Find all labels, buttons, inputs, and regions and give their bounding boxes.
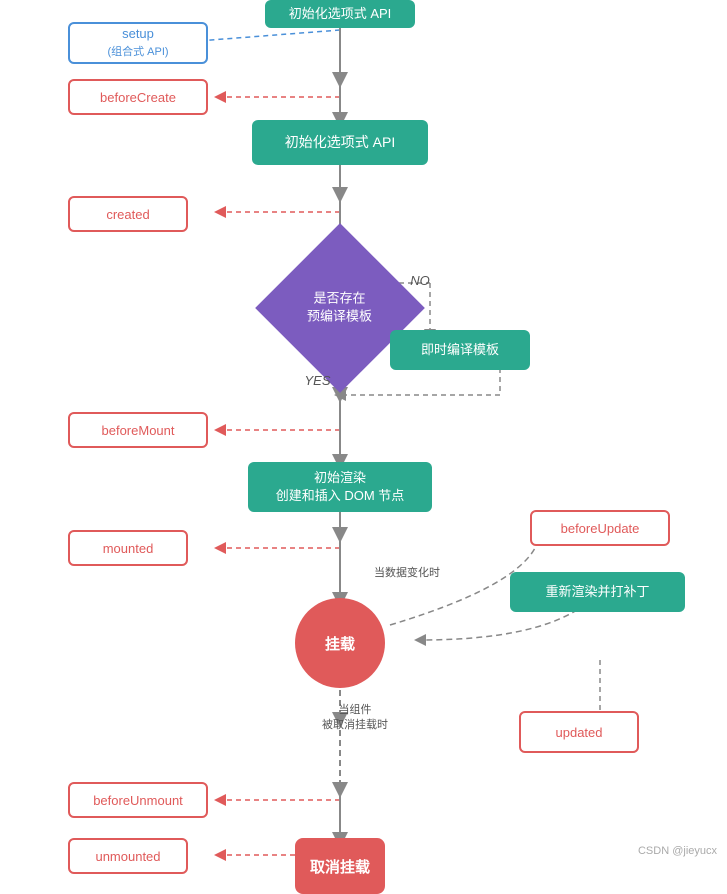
unmounted-box: unmounted [68,838,188,874]
compile-template-box: 即时编译模板 [390,330,530,370]
no-label: NO [400,270,440,290]
initial-render-box: 初始渲染创建和插入 DOM 节点 [248,462,432,512]
setup-box: setup(组合式 API) [68,22,208,64]
created-box: created [68,196,188,232]
updated-box: updated [519,711,639,753]
before-mount-box: beforeMount [68,412,208,448]
when-unmounted-label: 当组件被取消挂载时 [300,700,410,736]
mounted-box: mounted [68,530,188,566]
before-update-box: beforeUpdate [530,510,670,546]
unmounted-circle: 取消挂载 [295,838,385,894]
init-options-box: 初始化选项式 API [252,120,428,165]
watermark: CSDN @jieyucx [638,845,717,857]
mounted-circle: 挂载 [295,598,385,688]
top-button: 初始化选项式 API [265,0,415,28]
yes-label: YES [295,370,340,390]
lifecycle-diagram: 初始化选项式 API setup(组合式 API) beforeCreate 初… [0,0,727,867]
when-data-changes-label: 当数据变化时 [352,558,462,588]
before-create-box: beforeCreate [68,79,208,115]
rerender-box: 重新渲染并打补丁 [510,572,685,612]
before-unmount-box: beforeUnmount [68,782,208,818]
